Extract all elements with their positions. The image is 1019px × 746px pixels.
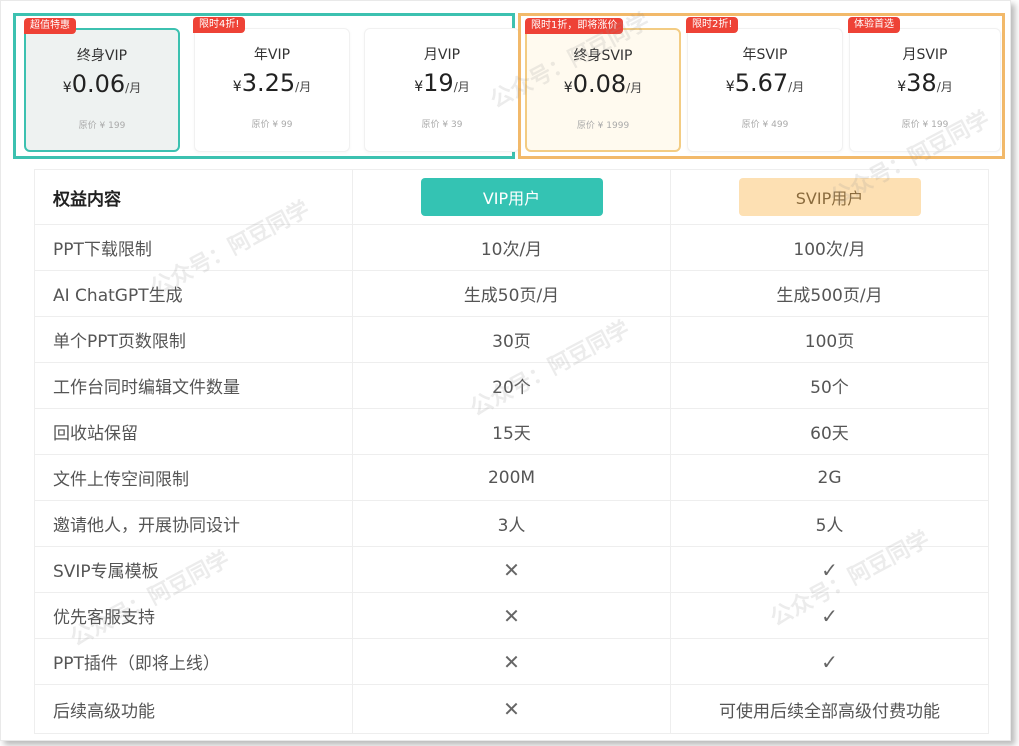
table-row: PPT下载限制 10次/月 100次/月 <box>35 224 988 270</box>
check-icon: ✓ <box>821 603 838 628</box>
table-header-row: 权益内容 VIP用户 SVIP用户 <box>35 170 988 224</box>
feature-cell: AI ChatGPT生成 <box>35 271 353 316</box>
table-row: PPT插件（即将上线） ✕ ✓ <box>35 638 988 684</box>
check-icon: ✓ <box>821 649 838 674</box>
vip-value-cell: 200M <box>353 455 671 500</box>
plan-tag: 限时1折，即将涨价 <box>525 18 624 34</box>
plan-card-monthly-svip[interactable]: 体验首选 月SVIP ¥38/月 原价 ¥ 199 <box>848 17 1001 152</box>
plan-price: ¥3.25/月 <box>232 69 312 97</box>
plan-tag: 限时4折! <box>193 17 246 33</box>
plan-name: 终身SVIP <box>573 48 633 64</box>
benefits-comparison-table: 权益内容 VIP用户 SVIP用户 PPT下载限制 10次/月 100次/月 A… <box>34 169 989 734</box>
plan-card-monthly-vip[interactable]: 月VIP ¥19/月 原价 ¥ 39 <box>364 28 520 152</box>
plan-price: ¥0.08/月 <box>563 70 643 98</box>
vip-value-cell: 15天 <box>353 409 671 454</box>
cross-icon: ✕ <box>353 685 671 733</box>
svip-user-button[interactable]: SVIP用户 <box>738 178 921 216</box>
plan-name: 年VIP <box>253 47 291 63</box>
plan-name: 月SVIP <box>902 47 948 63</box>
plan-original-price: 原价 ¥ 99 <box>251 120 293 130</box>
feature-cell: PPT下载限制 <box>35 225 353 270</box>
table-row: 文件上传空间限制 200M 2G <box>35 454 988 500</box>
feature-cell: 工作台同时编辑文件数量 <box>35 363 353 408</box>
plan-price: ¥5.67/月 <box>725 69 805 97</box>
table-row: SVIP专属模板 ✕ ✓ <box>35 546 988 592</box>
plan-original-price: 原价 ¥ 1999 <box>576 121 630 131</box>
plan-card-yearly-svip[interactable]: 限时2折! 年SVIP ¥5.67/月 原价 ¥ 499 <box>686 17 843 152</box>
svip-value-cell: 50个 <box>810 378 849 398</box>
feature-cell: 后续高级功能 <box>35 685 353 733</box>
vip-value-cell: 30页 <box>353 317 671 362</box>
feature-cell: 邀请他人，开展协同设计 <box>35 501 353 546</box>
svip-value-cell: 2G <box>817 467 842 488</box>
header-feature: 权益内容 <box>35 170 353 224</box>
cross-icon: ✕ <box>353 593 671 638</box>
feature-cell: SVIP专属模板 <box>35 547 353 592</box>
table-row: 优先客服支持 ✕ ✓ <box>35 592 988 638</box>
plan-card-lifetime-vip[interactable]: 超值特惠 终身VIP ¥0.06/月 原价 ¥ 199 <box>24 18 180 152</box>
plan-name: 月VIP <box>423 47 461 63</box>
vip-value-cell: 3人 <box>353 501 671 546</box>
feature-cell: 文件上传空间限制 <box>35 455 353 500</box>
vip-value-cell: 生成50页/月 <box>353 271 671 316</box>
plan-name: 年SVIP <box>742 47 788 63</box>
plan-tag: 超值特惠 <box>24 18 76 34</box>
svip-value-cell: 100页 <box>804 332 855 352</box>
table-row: 回收站保留 15天 60天 <box>35 408 988 454</box>
plan-price: ¥0.06/月 <box>62 70 142 98</box>
plan-tag: 限时2折! <box>686 17 739 33</box>
pricing-panel: 超值特惠 终身VIP ¥0.06/月 原价 ¥ 199 限时4折! 年VIP ¥… <box>0 0 1011 741</box>
plan-original-price: 原价 ¥ 499 <box>741 120 789 130</box>
check-icon: ✓ <box>821 557 838 582</box>
plan-price: ¥19/月 <box>414 69 470 97</box>
svip-value-cell: 可使用后续全部高级付费功能 <box>719 701 940 722</box>
table-row: 工作台同时编辑文件数量 20个 50个 <box>35 362 988 408</box>
plan-original-price: 原价 ¥ 199 <box>78 121 126 131</box>
table-row: 单个PPT页数限制 30页 100页 <box>35 316 988 362</box>
table-row: 邀请他人，开展协同设计 3人 5人 <box>35 500 988 546</box>
plan-price: ¥38/月 <box>897 69 953 97</box>
table-row: AI ChatGPT生成 生成50页/月 生成500页/月 <box>35 270 988 316</box>
cross-icon: ✕ <box>353 639 671 684</box>
plan-card-lifetime-svip[interactable]: 限时1折，即将涨价 终身SVIP ¥0.08/月 原价 ¥ 1999 <box>525 18 681 152</box>
feature-cell: PPT插件（即将上线） <box>35 639 353 684</box>
svip-value-cell: 5人 <box>815 516 844 536</box>
svip-value-cell: 100次/月 <box>793 240 866 260</box>
svip-value-cell: 生成500页/月 <box>776 286 883 306</box>
plan-card-yearly-vip[interactable]: 限时4折! 年VIP ¥3.25/月 原价 ¥ 99 <box>193 17 350 152</box>
vip-value-cell: 10次/月 <box>353 225 671 270</box>
plan-name: 终身VIP <box>76 48 128 64</box>
cross-icon: ✕ <box>353 547 671 592</box>
feature-cell: 优先客服支持 <box>35 593 353 638</box>
plan-original-price: 原价 ¥ 199 <box>901 120 949 130</box>
table-row: 后续高级功能 ✕ 可使用后续全部高级付费功能 <box>35 684 988 733</box>
plan-tag: 体验首选 <box>848 17 900 33</box>
feature-cell: 单个PPT页数限制 <box>35 317 353 362</box>
svip-plan-group: 限时1折，即将涨价 终身SVIP ¥0.08/月 原价 ¥ 1999 限时2折!… <box>518 13 1005 159</box>
vip-value-cell: 20个 <box>353 363 671 408</box>
plan-original-price: 原价 ¥ 39 <box>421 120 463 130</box>
svip-value-cell: 60天 <box>810 424 849 444</box>
vip-user-button[interactable]: VIP用户 <box>420 178 603 216</box>
vip-plan-group: 超值特惠 终身VIP ¥0.06/月 原价 ¥ 199 限时4折! 年VIP ¥… <box>13 13 520 159</box>
feature-cell: 回收站保留 <box>35 409 353 454</box>
